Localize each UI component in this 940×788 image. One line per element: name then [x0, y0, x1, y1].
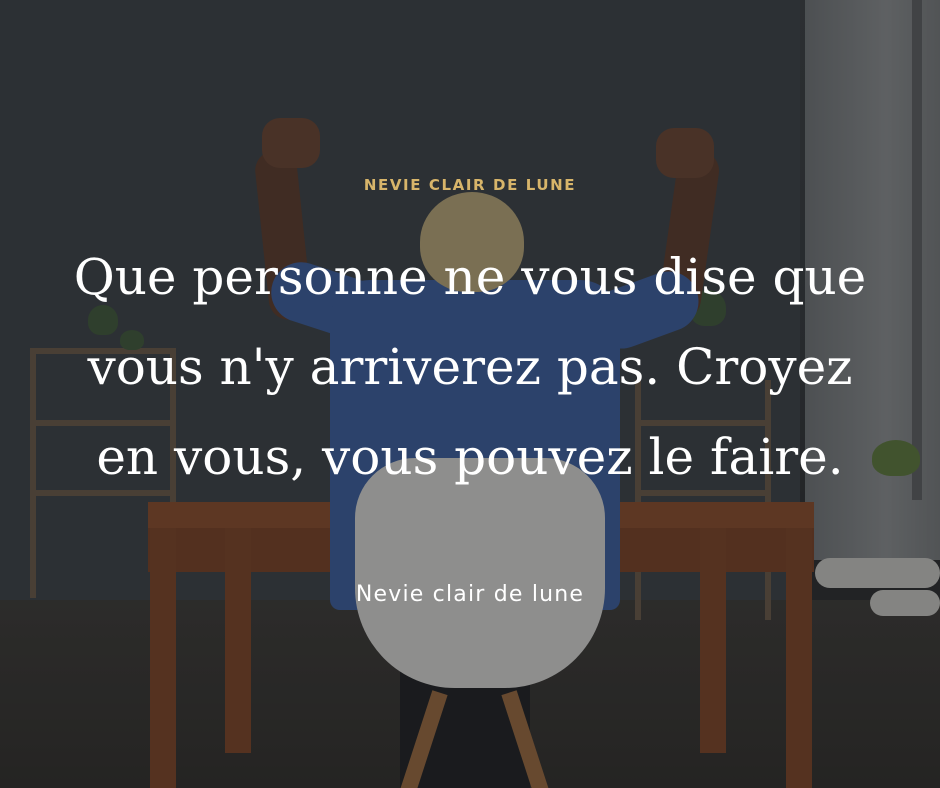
quote-line: vous n'y arriverez pas. Croyez [87, 338, 853, 396]
quote-line: en vous, vous pouvez le faire. [96, 428, 844, 486]
brand-title: NEVIE CLAIR DE LUNE [363, 176, 577, 194]
quote-line: Que personne ne vous dise que [73, 248, 867, 306]
quote-image: NEVIE CLAIR DE LUNE Que personne ne vous… [0, 0, 940, 788]
quote-text: Que personne ne vous dise que vous n'y a… [30, 232, 910, 502]
signature: Nevie clair de lune [355, 582, 585, 607]
